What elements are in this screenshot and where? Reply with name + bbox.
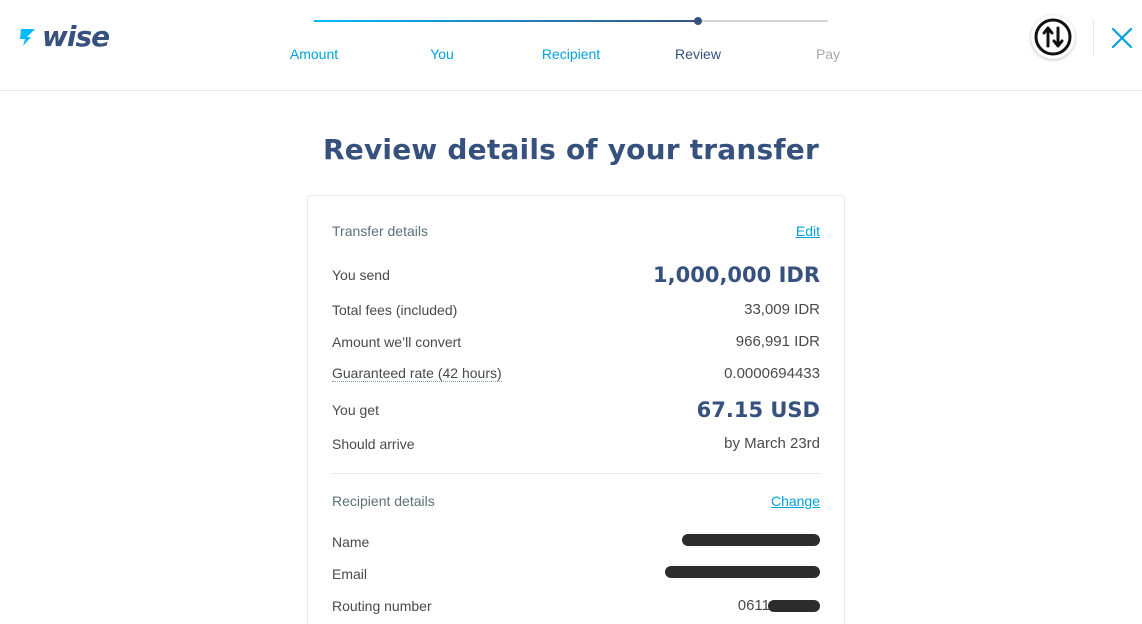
- detail-row-routing: Routing number 0611: [332, 597, 820, 614]
- header-divider: [1093, 20, 1094, 56]
- redacted-name-value: [682, 533, 820, 551]
- receive-amount-value: 67.15 USD: [696, 398, 820, 422]
- detail-label: You send: [332, 267, 390, 283]
- recipient-details-header: Recipient details Change: [332, 493, 820, 509]
- detail-row-rate: Guaranteed rate (42 hours) 0.0000694433: [332, 365, 820, 382]
- detail-label: You get: [332, 402, 379, 418]
- redaction-mark: [768, 599, 820, 612]
- transfer-details-label: Transfer details: [332, 223, 428, 239]
- redacted-email-value: [665, 565, 820, 583]
- transfer-arrows-icon: [1034, 18, 1072, 56]
- routing-number-value: 0611: [738, 597, 820, 614]
- wise-flag-icon: [20, 29, 35, 46]
- rate-value: 0.0000694433: [724, 365, 820, 382]
- top-navigation-bar: wise Amount You Recipient Review Pay: [0, 0, 1142, 91]
- guaranteed-rate-tooltip-label[interactable]: Guaranteed rate (42 hours): [332, 365, 502, 382]
- stepper-track-remaining: [698, 20, 828, 22]
- wise-logo[interactable]: wise: [18, 20, 110, 53]
- detail-row-arrival: Should arrive by March 23rd: [332, 435, 820, 452]
- wise-wordmark: wise: [42, 20, 110, 53]
- detail-row-you-get: You get 67.15 USD: [332, 398, 820, 422]
- step-recipient[interactable]: Recipient: [542, 46, 600, 62]
- detail-label: Routing number: [332, 597, 432, 614]
- detail-row-convert: Amount we’ll convert 966,991 IDR: [332, 333, 820, 350]
- stepper-track-completed: [314, 20, 698, 22]
- progress-stepper: Amount You Recipient Review Pay: [276, 8, 856, 68]
- detail-row-you-send: You send 1,000,000 IDR: [332, 263, 820, 287]
- step-amount[interactable]: Amount: [290, 46, 338, 62]
- page-title: Review details of your transfer: [323, 133, 819, 166]
- step-review: Review: [675, 46, 721, 62]
- fees-value: 33,009 IDR: [744, 301, 820, 318]
- review-card: Transfer details Edit You send 1,000,000…: [307, 195, 845, 624]
- detail-label: Amount we’ll convert: [332, 333, 462, 350]
- detail-row-name: Name: [332, 533, 820, 551]
- avatar[interactable]: [1031, 15, 1075, 59]
- transfer-details-header: Transfer details Edit: [332, 223, 820, 239]
- stepper-current-dot: [694, 17, 702, 25]
- detail-label: Should arrive: [332, 435, 415, 452]
- recipient-details-label: Recipient details: [332, 493, 435, 509]
- detail-row-email: Email: [332, 565, 820, 583]
- section-divider: [332, 473, 820, 474]
- send-amount-value: 1,000,000 IDR: [653, 263, 820, 287]
- convert-amount-value: 966,991 IDR: [735, 333, 820, 350]
- edit-transfer-link[interactable]: Edit: [796, 223, 820, 239]
- routing-number-visible-digits: 0611: [737, 597, 770, 614]
- change-recipient-link[interactable]: Change: [771, 493, 820, 509]
- detail-label: Total fees (included): [332, 301, 458, 318]
- close-icon[interactable]: [1110, 26, 1134, 50]
- detail-label: Name: [332, 534, 370, 550]
- detail-row-fees: Total fees (included) 33,009 IDR: [332, 301, 820, 318]
- arrival-value: by March 23rd: [724, 435, 820, 452]
- step-you[interactable]: You: [430, 46, 454, 62]
- step-pay: Pay: [815, 46, 841, 62]
- detail-label: Email: [332, 566, 368, 582]
